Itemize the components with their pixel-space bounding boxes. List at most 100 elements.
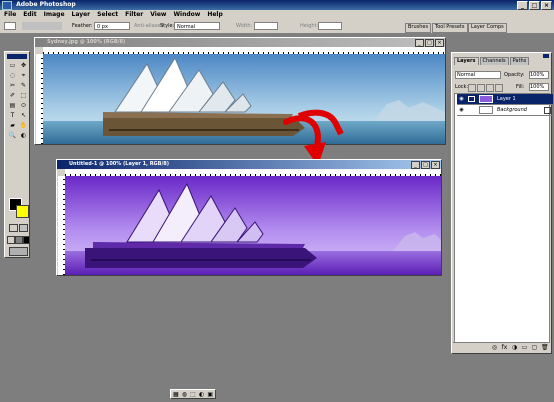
document-window-sydney: Sydney.jpg @ 100% (RGB/8) _ □ × [34, 37, 446, 145]
contrast-icon[interactable]: ◐ [198, 391, 206, 398]
visibility-eye-icon[interactable]: ◉ [458, 107, 465, 113]
brush-link-icon[interactable] [468, 96, 475, 102]
document-window-controls: _ □ × [415, 39, 444, 47]
palette-close-button[interactable] [543, 54, 549, 58]
eyedropper-tool-icon[interactable]: ◐ [19, 132, 28, 140]
feather-input[interactable]: 0 px [94, 22, 130, 30]
screen-mode-full-menu-icon[interactable] [15, 236, 23, 244]
window-controls: _ □ × [517, 1, 552, 10]
blur-tool-icon[interactable]: ⬭ [19, 102, 28, 110]
new-group-icon[interactable]: ▭ [521, 344, 528, 351]
gradient-tool-icon[interactable]: ▤ [8, 102, 17, 110]
menu-view[interactable]: View [150, 10, 166, 19]
doc2-close-button[interactable]: × [431, 161, 440, 169]
path-selection-tool-icon[interactable]: ↖ [19, 112, 28, 120]
eraser-tool-icon[interactable]: ⬚ [19, 92, 28, 100]
menu-help[interactable]: Help [207, 10, 222, 19]
tab-paths[interactable]: Paths [509, 57, 530, 65]
screen-mode-standard-icon[interactable] [7, 236, 15, 244]
window-icon[interactable]: ▣ [206, 391, 214, 398]
menu-layer[interactable]: Layer [72, 10, 91, 19]
layer-row-background[interactable]: ◉ Background [457, 105, 553, 116]
menu-filter[interactable]: Filter [125, 10, 143, 19]
doc2-maximize-button[interactable]: □ [421, 161, 430, 169]
palette-tabs: Layers Channels Paths [454, 57, 530, 65]
opacity-label: Opacity: [504, 72, 525, 78]
horizontal-ruler-2 [65, 169, 441, 176]
layer-style-icon[interactable]: fx [501, 344, 508, 351]
toolbox: ▭ ✥ ◌ ⌖ ✂ ✎ ✐ ⬚ ▤ ⬭ T ↖ ▰ ✋ 🔍 ◐ [4, 51, 30, 258]
adjustment-layer-icon[interactable]: ◑ [511, 344, 518, 351]
lock-all-icon[interactable] [495, 84, 503, 92]
magic-wand-tool-icon[interactable]: ⌖ [19, 72, 28, 80]
zoom-tool-icon[interactable]: 🔍 [8, 132, 17, 140]
brush-tool-icon[interactable]: ✎ [19, 82, 28, 90]
toolbox-grip[interactable] [7, 54, 27, 59]
close-button[interactable]: × [541, 1, 552, 10]
canvas-purple-opera-house[interactable] [65, 176, 441, 275]
lasso-tool-icon[interactable]: ◌ [8, 72, 17, 80]
photoshop-logo-icon [2, 1, 12, 10]
brushes-well-tab[interactable]: Brushes [405, 23, 432, 33]
doc-minimize-button[interactable]: _ [415, 39, 424, 47]
layer-comps-well-tab[interactable]: Layer Comps [468, 23, 507, 33]
imageready-jump-icon[interactable] [9, 247, 28, 256]
menu-select[interactable]: Select [97, 10, 118, 19]
layer-row-layer-1[interactable]: ◉ Layer 1 [457, 94, 553, 105]
lock-transparent-icon[interactable] [468, 84, 476, 92]
blend-mode-select[interactable]: Normal [455, 71, 501, 79]
layers-palette-footer: ◎ fx ◑ ▭ ▢ 🗑 [453, 342, 550, 352]
marquee-tool-preset-icon[interactable] [4, 22, 16, 30]
screen-mode-full-icon[interactable] [23, 236, 30, 244]
doc2-minimize-button[interactable]: _ [411, 161, 420, 169]
shape-tool-icon[interactable]: ▰ [8, 122, 17, 130]
history-brush-tool-icon[interactable]: ✐ [8, 92, 17, 100]
marquee-tool-icon[interactable]: ▭ [8, 62, 17, 70]
standard-mode-icon[interactable] [9, 224, 18, 232]
doc-close-button[interactable]: × [435, 39, 444, 47]
palette-icon[interactable]: ◍ [181, 391, 189, 398]
lock-pixels-icon[interactable] [477, 84, 485, 92]
options-bar: Feather: 0 px Anti-aliased Style: Normal… [0, 19, 554, 34]
link-layers-icon[interactable]: ◎ [491, 344, 498, 351]
menu-image[interactable]: Image [44, 10, 65, 19]
move-tool-icon[interactable]: ✥ [19, 62, 28, 70]
vertical-ruler [36, 54, 43, 144]
layer-thumbnail [479, 106, 493, 114]
lock-position-icon[interactable] [486, 84, 494, 92]
visibility-eye-icon[interactable]: ◉ [458, 96, 465, 102]
tab-channels[interactable]: Channels [479, 57, 509, 65]
hand-tool-icon[interactable]: ✋ [19, 122, 28, 130]
maximize-button[interactable]: □ [529, 1, 540, 10]
horizontal-ruler [43, 47, 445, 54]
document-title-bar[interactable]: Sydney.jpg @ 100% (RGB/8) [35, 38, 445, 47]
document-title-bar-active[interactable]: Untitled-1 @ 100% (Layer 1, RGB/8) [57, 160, 441, 169]
layer-name: Background [497, 107, 527, 113]
minimize-button[interactable]: _ [517, 1, 528, 10]
menu-file[interactable]: File [4, 10, 16, 19]
height-label: Height: [300, 23, 319, 29]
menu-window[interactable]: Window [173, 10, 200, 19]
grid-icon[interactable]: ▦ [172, 391, 180, 398]
background-color-swatch[interactable] [16, 205, 29, 218]
document-title: Sydney.jpg @ 100% (RGB/8) [47, 39, 126, 45]
style-select[interactable]: Normal [174, 22, 220, 30]
app-title-bar: Adobe Photoshop _ □ × [0, 0, 554, 10]
height-input[interactable] [318, 22, 342, 30]
selection-mode-icons[interactable] [22, 22, 62, 30]
menu-edit[interactable]: Edit [23, 10, 36, 19]
type-tool-icon[interactable]: T [8, 112, 17, 120]
layer-name: Layer 1 [497, 96, 516, 102]
tab-layers[interactable]: Layers [454, 57, 479, 65]
width-input[interactable] [254, 22, 278, 30]
canvas-sydney-opera-house[interactable] [43, 54, 445, 144]
frame-icon[interactable]: ⬚ [189, 391, 197, 398]
crop-tool-icon[interactable]: ✂ [8, 82, 17, 90]
tool-presets-well-tab[interactable]: Tool Presets [432, 23, 468, 33]
opacity-input[interactable]: 100% [529, 71, 549, 79]
new-layer-icon[interactable]: ▢ [531, 344, 538, 351]
trash-icon[interactable]: 🗑 [541, 344, 549, 351]
quick-mask-mode-icon[interactable] [19, 224, 28, 232]
fill-input[interactable]: 100% [529, 83, 549, 91]
doc-maximize-button[interactable]: □ [425, 39, 434, 47]
